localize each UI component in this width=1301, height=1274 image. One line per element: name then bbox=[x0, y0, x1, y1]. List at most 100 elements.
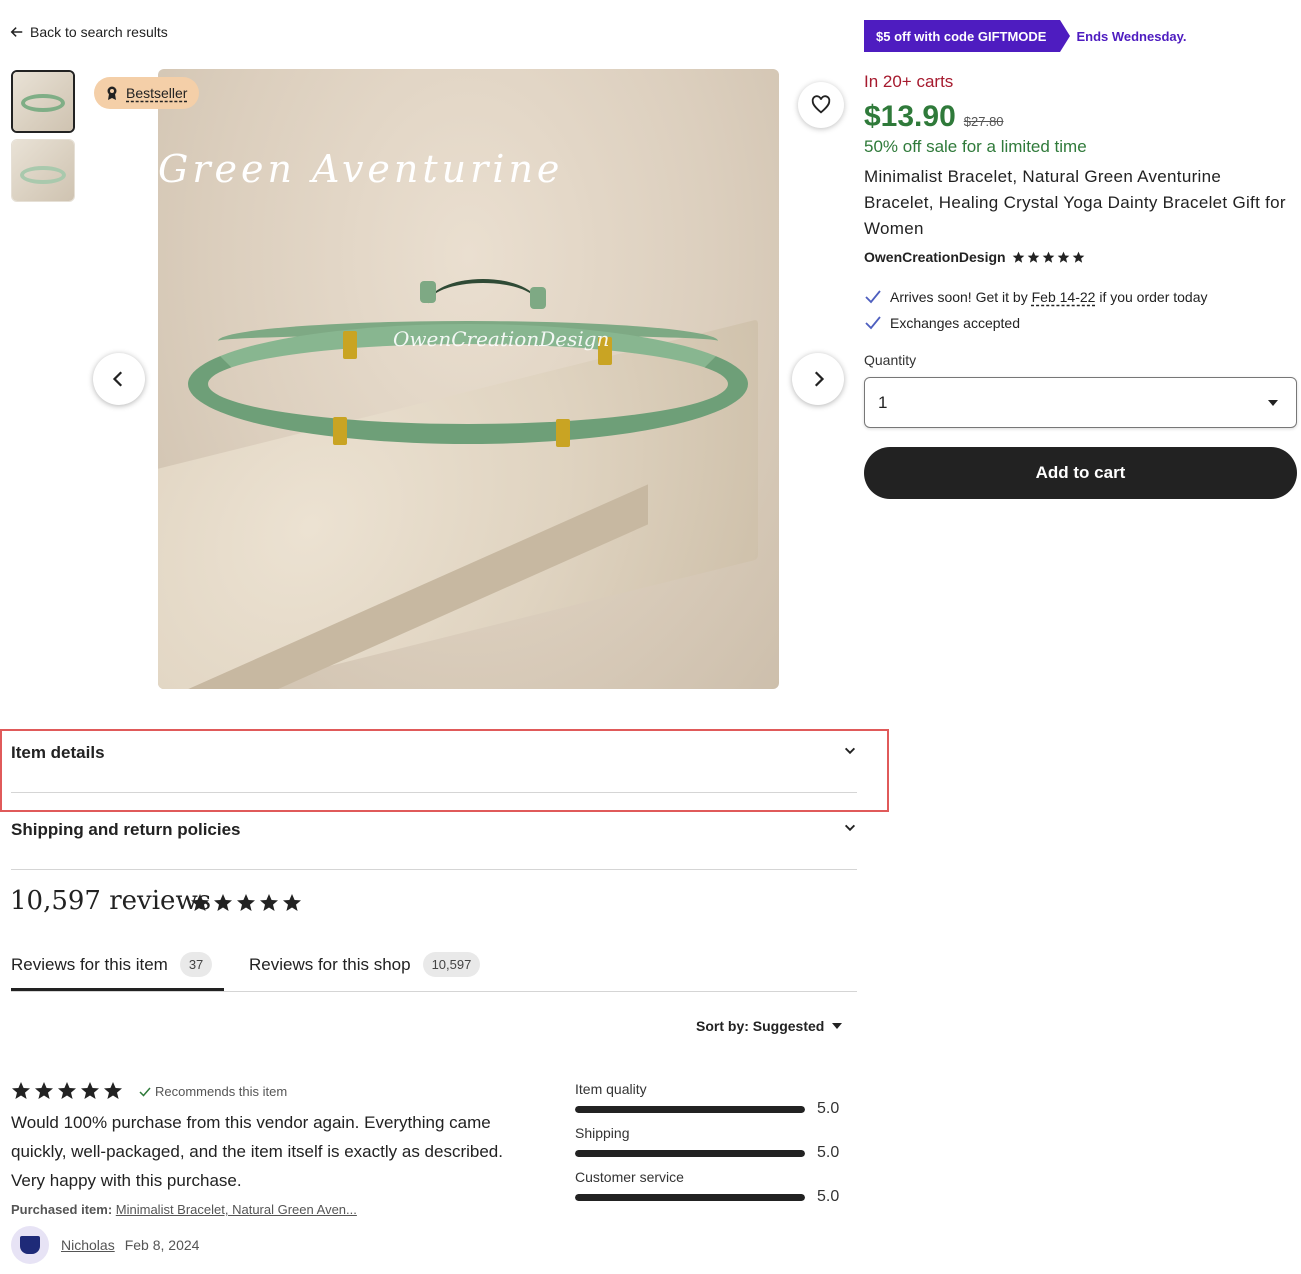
chevron-down-icon bbox=[844, 747, 856, 755]
arrival-suffix: if you order today bbox=[1095, 289, 1208, 305]
chevron-down-icon bbox=[844, 824, 856, 832]
image-watermark-title: Green Aventurine bbox=[158, 147, 564, 191]
tab-label: Reviews for this item bbox=[11, 954, 168, 974]
bestseller-label: Bestseller bbox=[126, 85, 188, 101]
star-icon bbox=[260, 894, 278, 911]
back-to-search-link[interactable]: Back to search results bbox=[10, 24, 168, 40]
previous-image-button[interactable] bbox=[93, 353, 145, 405]
item-details-accordion[interactable]: Item details bbox=[11, 743, 857, 763]
review-text: Would 100% purchase from this vendor aga… bbox=[11, 1113, 503, 1190]
in-carts-notice: In 20+ carts bbox=[864, 72, 954, 91]
rating-shipping: Shipping 5.0 bbox=[575, 1125, 840, 1162]
recommends-badge: Recommends this item bbox=[139, 1084, 287, 1099]
star-icon bbox=[1057, 251, 1069, 263]
check-icon bbox=[139, 1087, 151, 1097]
reviews-count: 10,597 reviews bbox=[10, 886, 212, 916]
sale-note: 50% off sale for a limited time bbox=[864, 137, 1087, 156]
check-icon bbox=[865, 290, 881, 304]
shop-row: OwenCreationDesign bbox=[864, 249, 1085, 265]
promo-banner: $5 off with code GIFTMODE Ends Wednesday… bbox=[864, 20, 1187, 52]
rating-value: 5.0 bbox=[817, 1100, 840, 1117]
rating-value: 5.0 bbox=[817, 1188, 840, 1205]
purchased-item-link[interactable]: Minimalist Bracelet, Natural Green Aven.… bbox=[116, 1202, 357, 1217]
tab-count-badge: 10,597 bbox=[422, 952, 481, 977]
shipping-accordion[interactable]: Shipping and return policies bbox=[11, 820, 857, 840]
reviewer-row: Nicholas Feb 8, 2024 bbox=[61, 1237, 199, 1253]
star-icon bbox=[1042, 251, 1054, 263]
thumbnail-1[interactable] bbox=[11, 70, 75, 133]
purchased-item-row: Purchased item: Minimalist Bracelet, Nat… bbox=[11, 1202, 357, 1217]
arrow-left-icon bbox=[10, 27, 23, 37]
check-icon bbox=[865, 316, 881, 330]
review-date: Feb 8, 2024 bbox=[124, 1237, 200, 1253]
sort-label: Sort by: Suggested bbox=[696, 1018, 825, 1034]
star-icon bbox=[283, 894, 301, 911]
next-image-button[interactable] bbox=[792, 353, 844, 405]
exchanges-label: Exchanges accepted bbox=[890, 315, 1020, 331]
chevron-left-icon bbox=[112, 371, 123, 387]
sort-dropdown[interactable]: Sort by: Suggested bbox=[696, 1018, 843, 1034]
arrival-dates[interactable]: Feb 14-22 bbox=[1032, 289, 1096, 305]
recommends-label: Recommends this item bbox=[155, 1084, 288, 1099]
shipping-label: Shipping and return policies bbox=[11, 820, 241, 839]
divider bbox=[11, 869, 857, 870]
rating-value: 5.0 bbox=[817, 1144, 840, 1161]
back-link-label: Back to search results bbox=[30, 24, 168, 40]
heart-icon bbox=[811, 95, 831, 114]
highlight-box bbox=[0, 729, 889, 812]
star-icon bbox=[1012, 251, 1024, 263]
item-details-label: Item details bbox=[11, 743, 105, 762]
star-icon bbox=[191, 894, 209, 911]
sale-price: $13.90 bbox=[864, 100, 956, 133]
star-icon bbox=[12, 1082, 30, 1099]
avatar[interactable] bbox=[11, 1226, 49, 1264]
overall-rating-stars bbox=[190, 893, 302, 913]
star-icon bbox=[58, 1082, 76, 1099]
product-main-image: Green Aventurine OwenCreationDesign bbox=[158, 69, 779, 689]
rating-customer-service: Customer service 5.0 bbox=[575, 1169, 840, 1206]
quantity-value: 1 bbox=[878, 392, 888, 412]
rating-label: Item quality bbox=[575, 1081, 647, 1097]
review-rating-stars bbox=[11, 1081, 123, 1101]
star-icon bbox=[214, 894, 232, 911]
tab-reviews-item[interactable]: Reviews for this item 37 bbox=[11, 952, 213, 977]
tab-count-badge: 37 bbox=[179, 952, 213, 977]
shop-rating-stars bbox=[1012, 251, 1085, 264]
favorite-button[interactable] bbox=[798, 82, 844, 128]
exchanges-perk: Exchanges accepted bbox=[864, 314, 1020, 332]
quantity-select[interactable]: 1 bbox=[864, 377, 1297, 428]
caret-down-icon bbox=[1268, 399, 1278, 406]
add-to-cart-button[interactable]: Add to cart bbox=[864, 447, 1297, 499]
promo-code-tag: $5 off with code GIFTMODE bbox=[864, 20, 1061, 52]
arrival-prefix: Arrives soon! Get it by bbox=[890, 289, 1032, 305]
price-row: $13.90 $27.80 bbox=[864, 100, 1004, 134]
star-icon bbox=[1072, 251, 1084, 263]
arrival-perk: Arrives soon! Get it by Feb 14-22 if you… bbox=[864, 288, 1208, 306]
promo-ends-text: Ends Wednesday. bbox=[1076, 28, 1187, 44]
rating-label: Customer service bbox=[575, 1169, 684, 1185]
star-icon bbox=[35, 1082, 53, 1099]
bestseller-badge[interactable]: Bestseller bbox=[94, 77, 200, 109]
rating-bar bbox=[575, 1105, 805, 1113]
original-price: $27.80 bbox=[963, 114, 1004, 129]
rating-bar bbox=[575, 1193, 805, 1201]
caret-down-icon bbox=[832, 1023, 843, 1029]
star-icon bbox=[81, 1082, 99, 1099]
image-watermark-brand: OwenCreationDesign bbox=[393, 327, 610, 351]
award-icon bbox=[107, 86, 117, 100]
product-title: Minimalist Bracelet, Natural Green Avent… bbox=[864, 167, 1286, 238]
tab-reviews-shop[interactable]: Reviews for this shop 10,597 bbox=[249, 952, 481, 977]
rating-item-quality: Item quality 5.0 bbox=[575, 1081, 840, 1118]
star-icon bbox=[1027, 251, 1039, 263]
thumbnail-2[interactable] bbox=[11, 139, 75, 202]
star-icon bbox=[237, 894, 255, 911]
shop-name-link[interactable]: OwenCreationDesign bbox=[864, 249, 1006, 265]
chevron-right-icon bbox=[814, 371, 825, 387]
divider bbox=[11, 991, 857, 992]
star-icon bbox=[104, 1082, 122, 1099]
tab-label: Reviews for this shop bbox=[249, 954, 411, 974]
rating-bar bbox=[575, 1149, 805, 1157]
purchased-label: Purchased item: bbox=[11, 1202, 113, 1217]
rating-label: Shipping bbox=[575, 1125, 630, 1141]
reviewer-name-link[interactable]: Nicholas bbox=[61, 1237, 115, 1253]
